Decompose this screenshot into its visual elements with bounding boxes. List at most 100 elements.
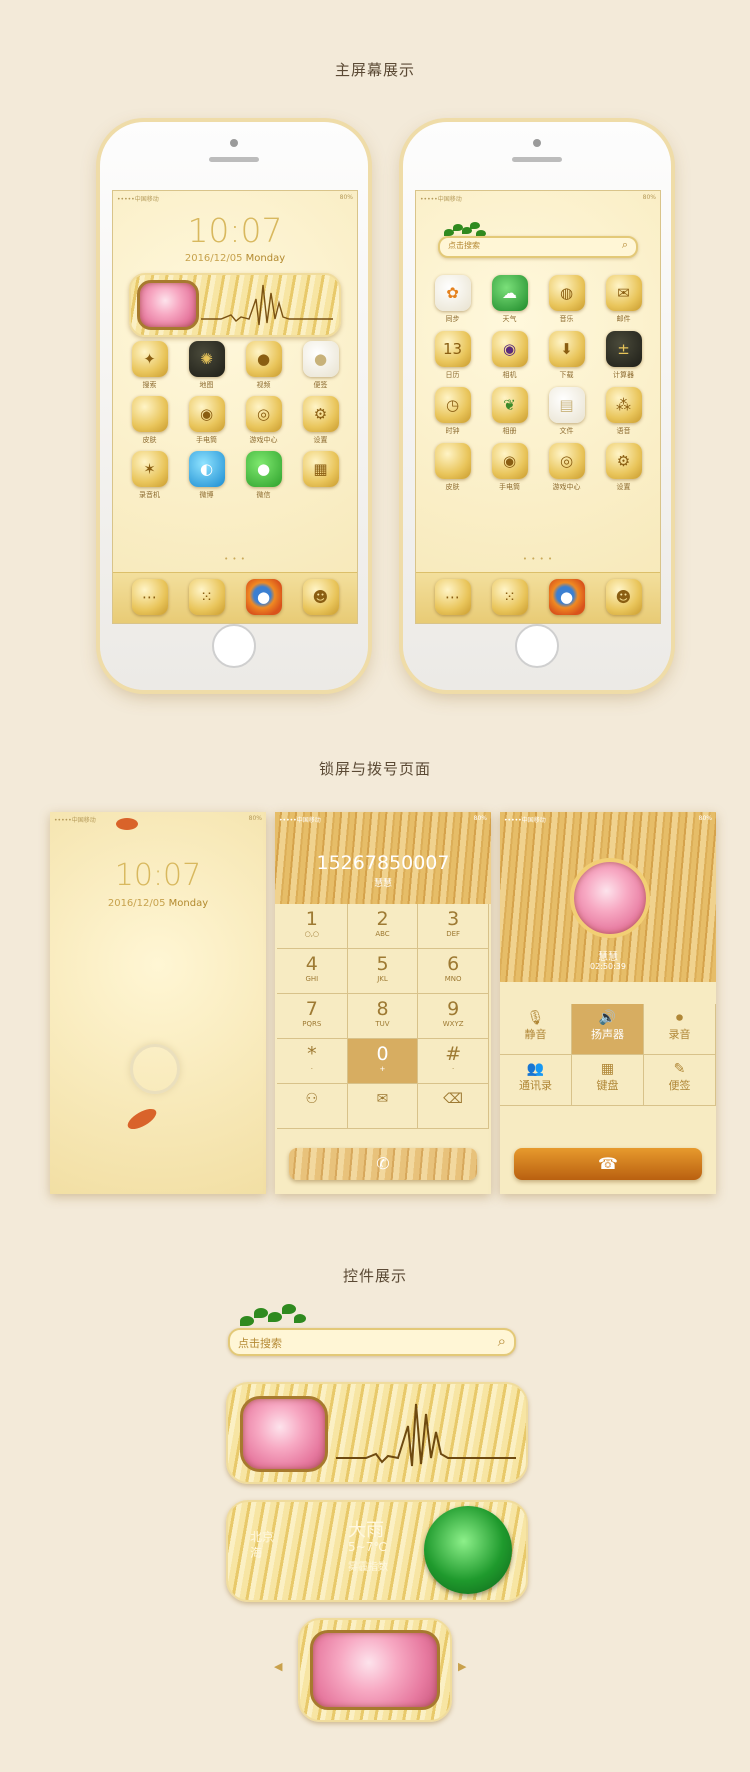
app-torch[interactable]: ◉ 手电筒 — [481, 443, 538, 492]
app-grid-2: ✿ 同步 ☁ 天气 ◍ 音乐 ✉ 邮件 13 日历 ◉ 相机 ⬇ 下载 ± 计算器 ◷ 时钟 ❦ 相… — [424, 275, 652, 492]
app-music[interactable]: ◍ 音乐 — [538, 275, 595, 324]
key-0[interactable]: 0 + — [347, 1039, 419, 1084]
contacts-icon[interactable]: ☻ — [302, 579, 339, 615]
app-search[interactable]: ✦ 搜索 — [121, 341, 178, 390]
dialer-screen: •••••中国移动 80% 15267850007 慧慧 1 ○,○ 2 ABC 3… — [275, 812, 491, 1194]
key-7[interactable]: 7 PQRS — [277, 994, 348, 1039]
message-icon[interactable]: ⋯ — [434, 579, 471, 615]
phone-home-1: •••••中国移动 80% 10:07 2016/12/05 Monday ✦ 搜… — [100, 122, 368, 690]
app-recorder[interactable]: ✶ 录音机 — [121, 451, 178, 500]
phone-home-2: •••••中国移动 80% 点击搜索 ⌕ ✿ 同步 ☁ 天气 ◍ 音乐 ✉ 邮件 13 日… — [403, 122, 671, 690]
section-title-home: 主屏幕展示 — [334, 61, 415, 79]
arrow-left-icon[interactable]: ◀ — [274, 1660, 282, 1673]
caller-avatar — [570, 858, 650, 938]
unlock-ring[interactable] — [130, 1044, 180, 1094]
backspace-button[interactable]: ⌫ — [418, 1084, 489, 1129]
weather-widget[interactable]: 北京 海 大雨 5~7℃ 雾霾指数 — [226, 1500, 528, 1602]
dialpad-icon[interactable]: ⁙ — [188, 579, 225, 615]
key-6[interactable]: 6 MNO — [418, 949, 489, 994]
search-placeholder: 点击搜索 — [448, 241, 480, 250]
app-settings[interactable]: ⚙ 设置 — [595, 443, 652, 492]
app-camera[interactable]: ◉ 相机 — [481, 331, 538, 380]
app-mail[interactable]: ✉ 邮件 — [595, 275, 652, 324]
hangup-button[interactable]: ☎ — [514, 1148, 702, 1180]
notes-button[interactable]: ✎ 便签 — [644, 1055, 716, 1106]
call-button[interactable]: ✆ — [289, 1148, 477, 1180]
key-4[interactable]: 4 GHI — [277, 949, 348, 994]
key-star[interactable]: * · — [277, 1039, 348, 1084]
app-calculator[interactable]: ± 计算器 — [595, 331, 652, 380]
dialpad-icon[interactable]: ⁙ — [491, 579, 528, 615]
home-button[interactable] — [212, 624, 256, 668]
weather-icon: ☁ — [491, 275, 528, 311]
front-camera — [230, 139, 238, 147]
app-gallery[interactable]: ❦ 相册 — [481, 387, 538, 436]
file-icon: ▤ — [548, 387, 585, 423]
app-sync[interactable]: ✿ 同步 — [424, 275, 481, 324]
gallery-icon: ❦ — [491, 387, 528, 423]
recorder-icon: ✶ — [131, 451, 168, 487]
weekday-value: Monday — [245, 253, 286, 264]
app-notes[interactable]: ● 便签 — [292, 341, 349, 390]
app-torch[interactable]: ◉ 手电筒 — [178, 396, 235, 445]
app-calendar[interactable]: 13 日历 — [424, 331, 481, 380]
app-download[interactable]: ⬇ 下载 — [538, 331, 595, 380]
search-bar[interactable]: 点击搜索 ⌕ — [438, 236, 638, 258]
firefox-icon[interactable]: ● — [548, 579, 585, 615]
date-value: 2016/12/05 — [184, 253, 243, 264]
app-clock[interactable]: ◷ 时钟 — [424, 387, 481, 436]
app-video[interactable]: ● 视频 — [235, 341, 292, 390]
lock-date: 2016/12/05 Monday — [107, 898, 209, 909]
search-icon: ⌕ — [497, 1332, 506, 1350]
record-button[interactable]: ⏺ 录音 — [644, 1004, 716, 1055]
arrow-right-icon[interactable]: ▶ — [458, 1660, 466, 1673]
calculator-icon: ± — [605, 331, 642, 367]
gear-icon: ⚙ — [605, 443, 642, 479]
contacts-button[interactable]: 👥 通讯录 — [500, 1055, 572, 1106]
key-3[interactable]: 3 DEF — [418, 904, 489, 949]
app-voice[interactable]: ⁂ 语音 — [595, 387, 652, 436]
calendar-icon: 13 — [434, 331, 471, 367]
message-icon[interactable]: ⋯ — [131, 579, 168, 615]
music-widget-large[interactable] — [226, 1382, 528, 1484]
app-skin[interactable]: 皮肤 — [424, 443, 481, 492]
key-2[interactable]: 2 ABC — [347, 904, 419, 949]
key-8[interactable]: 8 TUV — [347, 994, 419, 1039]
add-contact-button[interactable]: ⚇ — [277, 1084, 348, 1129]
app-weather[interactable]: ☁ 天气 — [481, 275, 538, 324]
mute-button[interactable]: 🎙 静音 — [500, 1004, 572, 1055]
key-9[interactable]: 9 WXYZ — [418, 994, 489, 1039]
keypad-button[interactable]: ▦ 键盘 — [572, 1055, 644, 1106]
key-hash[interactable]: # · — [418, 1039, 489, 1084]
home-screen-2: •••••中国移动 80% 点击搜索 ⌕ ✿ 同步 ☁ 天气 ◍ 音乐 ✉ 邮件 13 日… — [415, 190, 661, 624]
dial-keypad: 1 ○,○ 2 ABC 3 DEF 4 GHI 5 JKL 6 MNO 7 PQRS 8 TUV… — [277, 904, 489, 1129]
firefox-icon[interactable]: ● — [245, 579, 282, 615]
album-art-rose — [240, 1396, 328, 1472]
app-wechat[interactable]: ● 微信 — [235, 451, 292, 500]
web-icon: ✺ — [188, 341, 225, 377]
sms-button[interactable]: ✉ — [347, 1084, 419, 1129]
umbrella-icon — [424, 1506, 512, 1594]
music-widget[interactable] — [129, 273, 341, 337]
page-indicator: • • • • — [522, 555, 554, 563]
app-map[interactable]: ✺ 地图 — [178, 341, 235, 390]
photo-widget[interactable] — [298, 1618, 452, 1722]
app-weibo[interactable]: ◐ 微博 — [178, 451, 235, 500]
app-settings[interactable]: ⚙ 设置 — [292, 396, 349, 445]
carrier-label: •••••中国移动 — [420, 196, 462, 203]
app-file[interactable]: ▤ 文件 — [538, 387, 595, 436]
app-game[interactable]: ◎ 游戏中心 — [235, 396, 292, 445]
contacts-icon[interactable]: ☻ — [605, 579, 642, 615]
search-widget[interactable]: 点击搜索 ⌕ — [228, 1328, 516, 1356]
key-1[interactable]: 1 ○,○ — [277, 904, 348, 949]
key-5[interactable]: 5 JKL — [347, 949, 419, 994]
speaker-button[interactable]: 🔊 扬声器 — [572, 1004, 644, 1055]
weather-condition: 大雨 — [348, 1520, 384, 1541]
home-button[interactable] — [515, 624, 559, 668]
app-skin[interactable]: 皮肤 — [121, 396, 178, 445]
weather-city: 北京 — [250, 1530, 275, 1544]
app-folder[interactable]: ▦ — [292, 451, 349, 500]
lock-clock: 10:07 — [114, 858, 202, 893]
app-game[interactable]: ◎ 游戏中心 — [538, 443, 595, 492]
pencil-icon: ✎ — [673, 1061, 686, 1077]
